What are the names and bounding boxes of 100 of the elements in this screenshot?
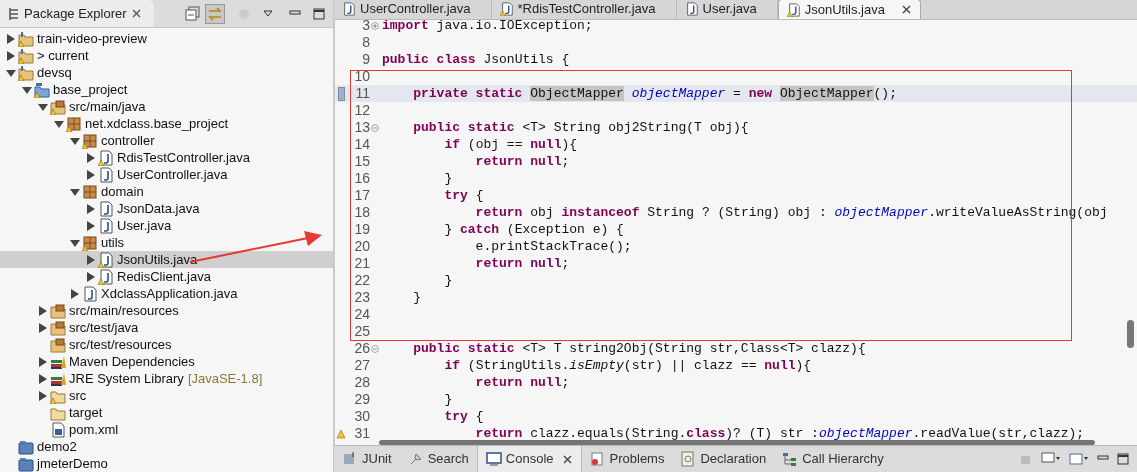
tree-item[interactable]: src/main/resources: [0, 302, 333, 319]
view-tab[interactable]: Call Hierarchy: [774, 446, 892, 472]
error-list-icon: [589, 451, 606, 467]
open-console-icon[interactable]: [1069, 452, 1089, 466]
maximize-icon[interactable]: [313, 7, 325, 20]
tree-item[interactable]: utils: [0, 234, 333, 251]
editor-tab[interactable]: JsonUtils.java: [777, 0, 921, 19]
minimize-icon[interactable]: [289, 9, 301, 18]
close-icon[interactable]: [561, 453, 573, 465]
code-line: return null;: [474, 154, 570, 169]
tree-item[interactable]: jmeterDemo: [0, 455, 333, 472]
minimize-icon[interactable]: [1097, 455, 1109, 463]
item-label: src/test/resources: [69, 335, 172, 354]
collapsed-arrow-icon[interactable]: [86, 203, 96, 214]
tree-item[interactable]: UserController.java: [0, 166, 333, 183]
collapsed-arrow-icon[interactable]: [38, 356, 48, 367]
line-number: 24: [353, 305, 370, 324]
item-label: controller: [101, 131, 155, 150]
code-line: }: [443, 273, 453, 288]
view-tab[interactable]: Declaration: [672, 446, 775, 472]
line-number: 18: [353, 203, 370, 222]
code-line: if (obj == null){: [443, 137, 578, 152]
expanded-arrow-icon[interactable]: [70, 237, 80, 248]
item-label: XdclassApplication.java: [101, 284, 238, 303]
collapsed-arrow-icon[interactable]: [38, 373, 48, 384]
tree-item[interactable]: src/main/java: [0, 98, 333, 115]
tab-label: Problems: [609, 450, 665, 469]
item-label: RedisClient.java: [117, 267, 211, 286]
java-file-icon: [684, 2, 699, 16]
view-tab[interactable]: Console: [476, 446, 582, 472]
collapsed-arrow-icon[interactable]: [86, 254, 96, 265]
fold-plus-icon[interactable]: [371, 21, 379, 30]
java-file-warning-icon: [786, 2, 801, 17]
view-tab[interactable]: JUnit: [334, 446, 400, 472]
editor-tab[interactable]: UserController.java: [334, 0, 492, 19]
collapsed-arrow-icon[interactable]: [6, 50, 16, 61]
item-label: devsq: [37, 63, 72, 82]
vertical-scrollbar[interactable]: [1127, 320, 1134, 348]
display-console-icon[interactable]: [1041, 452, 1061, 466]
package-explorer-icon: [8, 6, 20, 21]
tree-item[interactable]: Maven Dependencies: [0, 353, 333, 370]
tree-item[interactable]: src: [0, 387, 333, 404]
view-tab[interactable]: Problems: [581, 446, 673, 472]
line-number: 16: [353, 169, 370, 188]
editor-tab[interactable]: User.java: [676, 0, 778, 19]
collapsed-arrow-icon[interactable]: [86, 271, 96, 282]
collapsed-arrow-icon[interactable]: [86, 220, 96, 231]
expanded-arrow-icon[interactable]: [70, 135, 80, 146]
tab-label: Declaration: [700, 450, 767, 469]
tree-item[interactable]: XdclassApplication.java: [0, 285, 333, 302]
tree-item[interactable]: src/test/java: [0, 319, 333, 336]
item-label: pom.xml: [69, 420, 119, 439]
tree-item[interactable]: RdisTestController.java: [0, 149, 333, 166]
view-menu-icon[interactable]: [263, 9, 273, 18]
collapsed-arrow-icon[interactable]: [70, 288, 80, 299]
horizontal-scrollbar[interactable]: [379, 440, 1095, 445]
item-label: User.java: [117, 216, 172, 235]
tree-item[interactable]: domain: [0, 183, 333, 200]
collapsed-arrow-icon[interactable]: [38, 322, 48, 333]
tree-item[interactable]: JsonData.java: [0, 200, 333, 217]
line-number: 14: [353, 135, 370, 154]
maximize-icon[interactable]: [1117, 453, 1129, 465]
tree-item[interactable]: > current: [0, 47, 333, 64]
close-icon[interactable]: [130, 8, 142, 19]
collapsed-arrow-icon[interactable]: [86, 152, 96, 163]
collapsed-arrow-icon[interactable]: [38, 390, 48, 401]
code-line: }: [412, 290, 421, 305]
tree-item[interactable]: target: [0, 404, 333, 421]
line-number: 22: [353, 271, 370, 290]
tree-item[interactable]: src/test/resources: [0, 336, 333, 353]
expanded-arrow-icon[interactable]: [6, 67, 16, 78]
collapsed-arrow-icon[interactable]: [86, 169, 96, 180]
editor-tab[interactable]: *RdisTestController.java: [491, 0, 677, 19]
code-line: return null;: [474, 375, 570, 390]
tab-label: User.java: [702, 0, 757, 19]
tree-item[interactable]: devsq: [0, 64, 333, 81]
collapsed-arrow-icon[interactable]: [6, 33, 16, 44]
tree-item[interactable]: base_project: [0, 81, 333, 98]
tree-item[interactable]: JRE System Library [JavaSE-1.8]: [0, 370, 333, 387]
collapse-all-icon[interactable]: [185, 5, 201, 22]
item-label: jmeterDemo: [37, 454, 108, 472]
item-label: UserController.java: [117, 165, 228, 184]
expanded-arrow-icon[interactable]: [70, 186, 80, 197]
expanded-arrow-icon[interactable]: [22, 84, 32, 95]
view-tab[interactable]: Search: [399, 446, 477, 472]
expanded-arrow-icon[interactable]: [54, 118, 64, 129]
tree-item[interactable]: net.xdclass.base_project: [0, 115, 333, 132]
tree-item[interactable]: train-video-preview: [0, 30, 333, 47]
tree-item[interactable]: pom.xml: [0, 421, 333, 438]
tree-item[interactable]: User.java: [0, 217, 333, 234]
code-line: }: [443, 171, 453, 186]
tree-item[interactable]: demo2: [0, 438, 333, 455]
tree-item[interactable]: RedisClient.java: [0, 268, 333, 285]
collapsed-arrow-icon[interactable]: [38, 305, 48, 316]
code-line: if (StringUtils.isEmpty(str) || clazz == null){: [443, 358, 812, 373]
tree-item[interactable]: JsonUtils.java: [0, 251, 333, 268]
tree-item[interactable]: controller: [0, 132, 333, 149]
expanded-arrow-icon[interactable]: [38, 101, 48, 112]
close-icon[interactable]: [900, 4, 912, 15]
tab-label: *RdisTestController.java: [517, 0, 656, 19]
